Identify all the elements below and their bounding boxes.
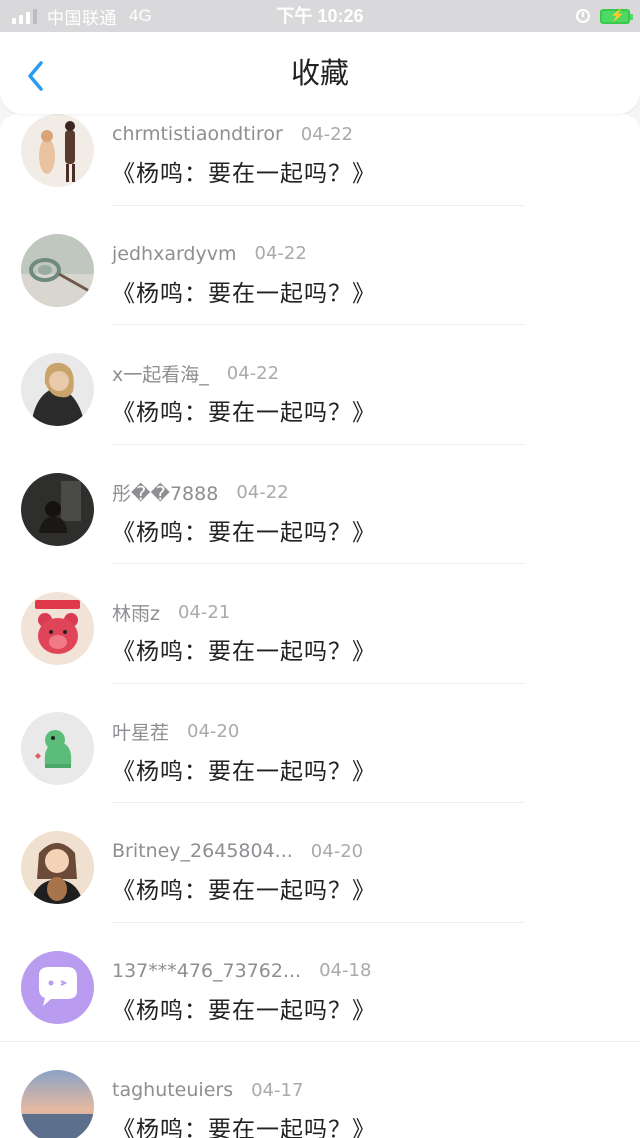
username: jedhxardyvm [112,242,237,265]
list-item[interactable]: chrmtistiaondtiror 04-22 《杨鸣：要在一起吗？》 [0,114,640,206]
item-title[interactable]: 《杨鸣：要在一起吗？》 [112,513,376,547]
item-date: 04-21 [177,601,231,623]
username: 叶星茬 [112,722,170,744]
navigation-bar: 收藏 [0,32,640,114]
status-time: 下午 10:26 [276,6,364,26]
avatar[interactable] [21,950,94,1024]
item-date: 04-17 [251,1079,304,1101]
list-item[interactable]: 林雨z 04-21 《杨鸣：要在一起吗？》 [0,564,640,684]
item-date: 04-22 [236,482,289,503]
item-date: 04-20 [187,721,240,742]
item-date: 04-18 [319,960,372,981]
avatar[interactable] [21,114,94,187]
item-title[interactable]: 《杨鸣：要在一起吗？》 [112,154,376,188]
avatar[interactable] [21,472,94,546]
username: 林雨z [112,602,160,625]
username: taghuteuiers [112,1079,234,1101]
avatar[interactable] [21,592,94,665]
list-item[interactable]: Britney_2645804... 04-20 《杨鸣：要在一起吗？》 [0,803,640,923]
username: 彤��7888 [112,483,219,505]
avatar[interactable] [21,711,94,785]
alarm-icon [576,9,590,23]
avatar[interactable] [21,831,94,904]
page-title: 收藏 [290,56,349,90]
item-title[interactable]: 《杨鸣：要在一起吗？》 [112,393,376,427]
list-item[interactable]: jedhxardyvm 04-22 《杨鸣：要在一起吗？》 [0,206,640,325]
avatar[interactable] [21,1070,94,1138]
item-date: 04-22 [254,243,307,264]
list-item[interactable]: 彤��7888 04-22 《杨鸣：要在一起吗？》 [0,445,640,564]
item-title[interactable]: 《杨鸣：要在一起吗？》 [112,752,376,786]
item-title[interactable]: 《杨鸣：要在一起吗？》 [112,991,376,1025]
list-item[interactable]: taghuteuiers 04-17 《杨鸣：要在一起吗？》 [0,1042,640,1138]
username: Britney_2645804... [112,840,293,862]
item-title[interactable]: 《杨鸣：要在一起吗？》 [112,632,376,666]
username: chrmtistiaondtiror [112,123,283,145]
status-bar: 中国联通 4G 下午 10:26 [0,0,640,32]
item-date: 04-20 [310,840,364,862]
username: 137***476_73762... [112,959,302,982]
item-date: 04-22 [300,123,354,145]
username: x一起看海_ [112,363,209,386]
avatar[interactable] [21,353,94,426]
battery-charging-icon [600,8,633,24]
item-title[interactable]: 《杨鸣：要在一起吗？》 [112,871,376,905]
list-item[interactable]: 137***476_73762... 04-18 《杨鸣：要在一起吗？》 [0,923,640,1042]
list-item[interactable]: x一起看海_ 04-22 《杨鸣：要在一起吗？》 [0,325,640,445]
item-title[interactable]: 《杨鸣：要在一起吗？》 [112,274,376,308]
avatar[interactable] [21,233,94,307]
favorites-list[interactable]: chrmtistiaondtiror 04-22 《杨鸣：要在一起吗？》 jed… [0,114,640,1138]
list-item[interactable]: 叶星茬 04-20 《杨鸣：要在一起吗？》 [0,684,640,803]
item-date: 04-22 [226,362,280,384]
item-title[interactable]: 《杨鸣：要在一起吗？》 [112,1110,376,1138]
